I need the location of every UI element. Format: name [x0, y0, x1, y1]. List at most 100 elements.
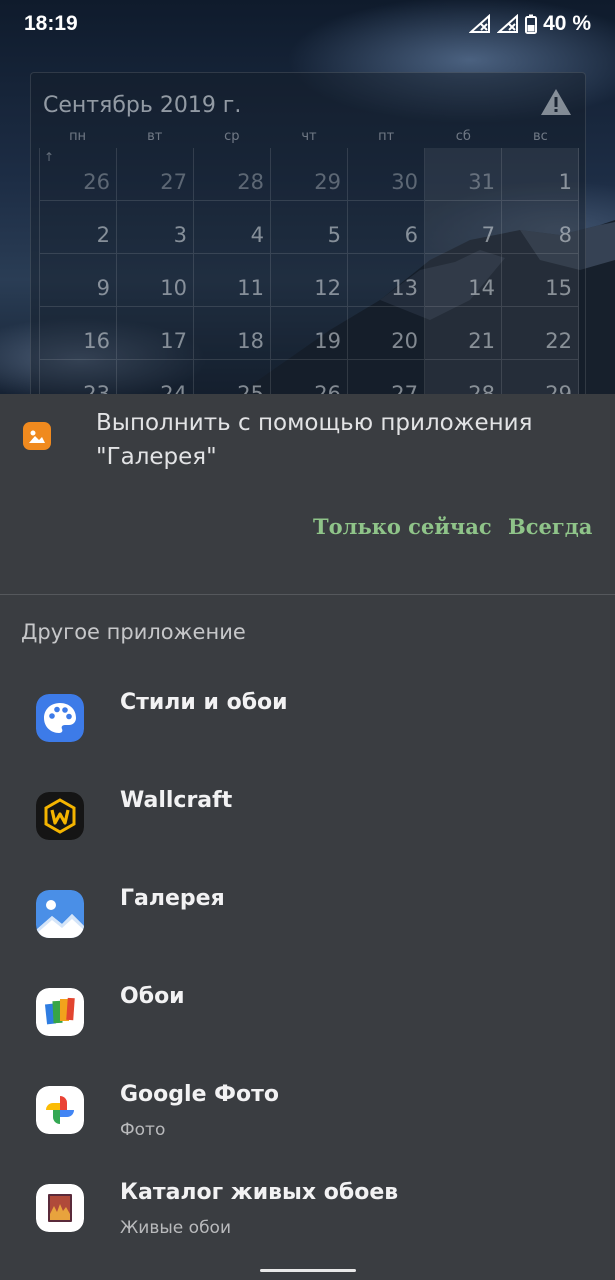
arrow-up-icon: ↑: [44, 150, 55, 164]
app-item-gallery[interactable]: Галерея: [0, 862, 615, 960]
weekday-label: вс: [533, 129, 548, 144]
app-item-live-wallpapers[interactable]: Каталог живых обоев Живые обои: [0, 1156, 615, 1254]
calendar-day-cell[interactable]: 9: [40, 254, 117, 307]
battery-percent: 40 %: [543, 12, 591, 35]
calendar-day-number: 21: [468, 329, 495, 353]
calendar-day-cell[interactable]: 5: [271, 201, 348, 254]
status-bar: 18:19 40 %: [0, 0, 615, 52]
weekday-label: пн: [69, 129, 87, 144]
calendar-day-cell[interactable]: 20: [348, 307, 425, 360]
weekday-label: ср: [224, 129, 240, 144]
calendar-day-cell[interactable]: 21: [425, 307, 502, 360]
app-name: Галерея: [120, 886, 225, 911]
calendar-day-cell[interactable]: 1: [502, 148, 579, 201]
calendar-day-cell[interactable]: 29: [271, 148, 348, 201]
app-item-wallpapers[interactable]: Обои: [0, 960, 615, 1058]
calendar-day-number: 17: [160, 329, 187, 353]
calendar-day-cell[interactable]: 15: [502, 254, 579, 307]
app-name: Стили и обои: [120, 690, 288, 715]
calendar-day-number: 6: [404, 223, 418, 247]
calendar-day-number: 13: [391, 276, 418, 300]
app-chooser-sheet: Выполнить с помощью приложения "Галерея"…: [0, 394, 615, 1280]
app-name: Google Фото: [120, 1082, 279, 1107]
weekday-label: сб: [455, 129, 471, 144]
weekday-label: чт: [301, 129, 317, 144]
calendar-day-cell[interactable]: 30: [348, 148, 425, 201]
signal-1-icon: [469, 14, 491, 33]
calendar-day-number: 15: [545, 276, 572, 300]
google-photos-icon: [36, 1086, 84, 1134]
weekday-label: пт: [378, 129, 395, 144]
other-app-label: Другое приложение: [21, 620, 246, 644]
wallcraft-icon: [36, 792, 84, 840]
app-item-styles-wallpapers[interactable]: Стили и обои: [0, 666, 615, 764]
calendar-day-cell[interactable]: 3: [117, 201, 194, 254]
calendar-day-number: 22: [545, 329, 572, 353]
weekday-label: вт: [147, 129, 163, 144]
wallpapers-icon: [36, 988, 84, 1036]
calendar-day-cell[interactable]: 31: [425, 148, 502, 201]
app-subtitle: Фото: [120, 1120, 166, 1140]
calendar-day-number: 12: [314, 276, 341, 300]
calendar-day-cell[interactable]: 10: [117, 254, 194, 307]
calendar-weekdays: пн вт ср чт пт сб вс: [39, 129, 579, 144]
calendar-day-number: 9: [96, 276, 110, 300]
divider: [0, 594, 615, 595]
calendar-day-cell[interactable]: 28: [194, 148, 271, 201]
calendar-day-cell[interactable]: 27: [117, 148, 194, 201]
app-name: Обои: [120, 984, 185, 1009]
calendar-day-number: 30: [391, 170, 418, 194]
app-item-google-photos[interactable]: Google Фото Фото: [0, 1058, 615, 1156]
calendar-grid: ↑ 26 27 28 29 30 31 1 2 3 4 5 6 7 8 9 10 11 12 13 14 15 16 17 18…: [39, 148, 579, 401]
calendar-day-cell[interactable]: 2: [40, 201, 117, 254]
calendar-day-number: 27: [160, 170, 187, 194]
calendar-day-number: 26: [83, 170, 110, 194]
calendar-day-number: 29: [314, 170, 341, 194]
calendar-day-cell[interactable]: 18: [194, 307, 271, 360]
calendar-day-cell[interactable]: 7: [425, 201, 502, 254]
calendar-day-cell[interactable]: 6: [348, 201, 425, 254]
calendar-day-number: 5: [327, 223, 341, 247]
just-once-button[interactable]: Только сейчас: [313, 514, 492, 539]
calendar-day-number: 31: [468, 170, 495, 194]
app-list: Стили и обои Wallcraft Галерея Обои Goog…: [0, 666, 615, 1254]
gallery-header-icon: [23, 422, 51, 450]
calendar-day-cell[interactable]: 12: [271, 254, 348, 307]
gesture-nav-handle[interactable]: [260, 1269, 356, 1272]
calendar-day-number: 10: [160, 276, 187, 300]
warning-icon[interactable]: [539, 87, 573, 117]
app-name: Каталог живых обоев: [120, 1180, 399, 1205]
calendar-day-cell[interactable]: 22: [502, 307, 579, 360]
app-subtitle: Живые обои: [120, 1218, 231, 1238]
app-name: Wallcraft: [120, 788, 233, 813]
calendar-day-cell[interactable]: 11: [194, 254, 271, 307]
status-time: 18:19: [24, 12, 78, 35]
calendar-day-number: 28: [237, 170, 264, 194]
calendar-day-number: 16: [83, 329, 110, 353]
palette-icon: [36, 694, 84, 742]
calendar-day-number: 2: [96, 223, 110, 247]
calendar-day-cell[interactable]: 4: [194, 201, 271, 254]
calendar-day-cell[interactable]: 8: [502, 201, 579, 254]
calendar-day-number: 7: [481, 223, 495, 247]
calendar-day-cell[interactable]: 16: [40, 307, 117, 360]
live-wallpapers-icon: [36, 1184, 84, 1232]
status-icons: 40 %: [469, 12, 591, 36]
calendar-day-cell[interactable]: ↑ 26: [40, 148, 117, 201]
battery-icon: [525, 14, 538, 34]
chooser-title: Выполнить с помощью приложения "Галерея": [96, 410, 533, 470]
image-icon: [29, 430, 45, 443]
calendar-day-cell[interactable]: 19: [271, 307, 348, 360]
calendar-day-number: 11: [237, 276, 264, 300]
calendar-day-number: 18: [237, 329, 264, 353]
always-button[interactable]: Всегда: [508, 514, 592, 539]
gallery-icon: [36, 890, 84, 938]
calendar-day-number: 3: [173, 223, 187, 247]
calendar-widget[interactable]: Сентябрь 2019 г. пн вт ср чт пт сб вс ↑ 26 27 28 2…: [30, 72, 586, 402]
calendar-day-number: 19: [314, 329, 341, 353]
calendar-day-number: 20: [391, 329, 418, 353]
app-item-wallcraft[interactable]: Wallcraft: [0, 764, 615, 862]
calendar-day-cell[interactable]: 13: [348, 254, 425, 307]
calendar-day-cell[interactable]: 17: [117, 307, 194, 360]
calendar-day-cell[interactable]: 14: [425, 254, 502, 307]
